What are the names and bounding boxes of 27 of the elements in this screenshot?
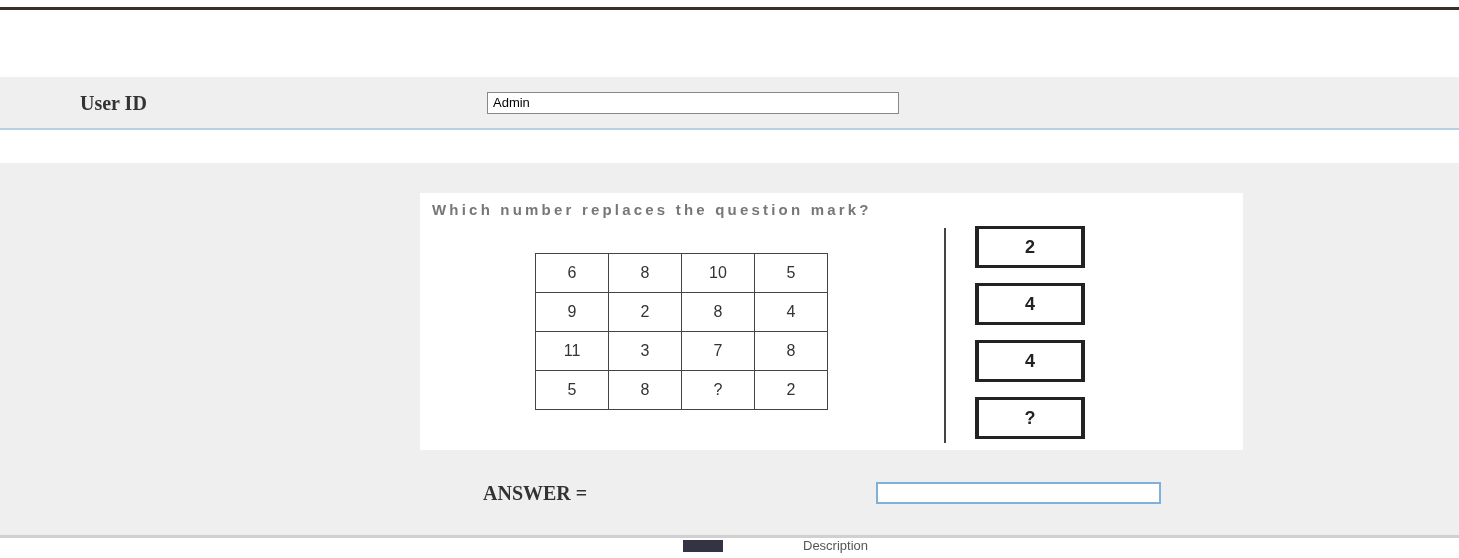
user-id-field[interactable]: Admin (487, 91, 899, 114)
option-box: 4 (975, 340, 1085, 382)
tab-marker (683, 539, 723, 552)
grid-cell: 2 (608, 292, 682, 332)
answer-field[interactable] (876, 482, 1161, 504)
grid-cell: 11 (535, 331, 609, 371)
question-text: Which number replaces the question mark? (432, 200, 872, 220)
grid-cell: 8 (608, 253, 682, 293)
grid-cell: 6 (535, 253, 609, 293)
grid-cell: 8 (754, 331, 828, 371)
grid-cell: 8 (681, 292, 755, 332)
grid-cell: 9 (535, 292, 609, 332)
grid-cell: 8 (608, 370, 682, 410)
grid-cell: 4 (754, 292, 828, 332)
answer-label: ANSWER = (483, 481, 589, 506)
grid-cell: 10 (681, 253, 755, 293)
user-id-label: User ID (79, 90, 148, 116)
grid-cell: ? (681, 370, 755, 410)
grid-cell: 5 (535, 370, 609, 410)
grid-cell: 7 (681, 331, 755, 371)
description-link[interactable]: Description (803, 539, 869, 552)
grid-cell: 2 (754, 370, 828, 410)
grid-cell: 5 (754, 253, 828, 293)
option-box: 2 (975, 226, 1085, 268)
option-box: 4 (975, 283, 1085, 325)
grid-cell: 3 (608, 331, 682, 371)
option-box: ? (975, 397, 1085, 439)
